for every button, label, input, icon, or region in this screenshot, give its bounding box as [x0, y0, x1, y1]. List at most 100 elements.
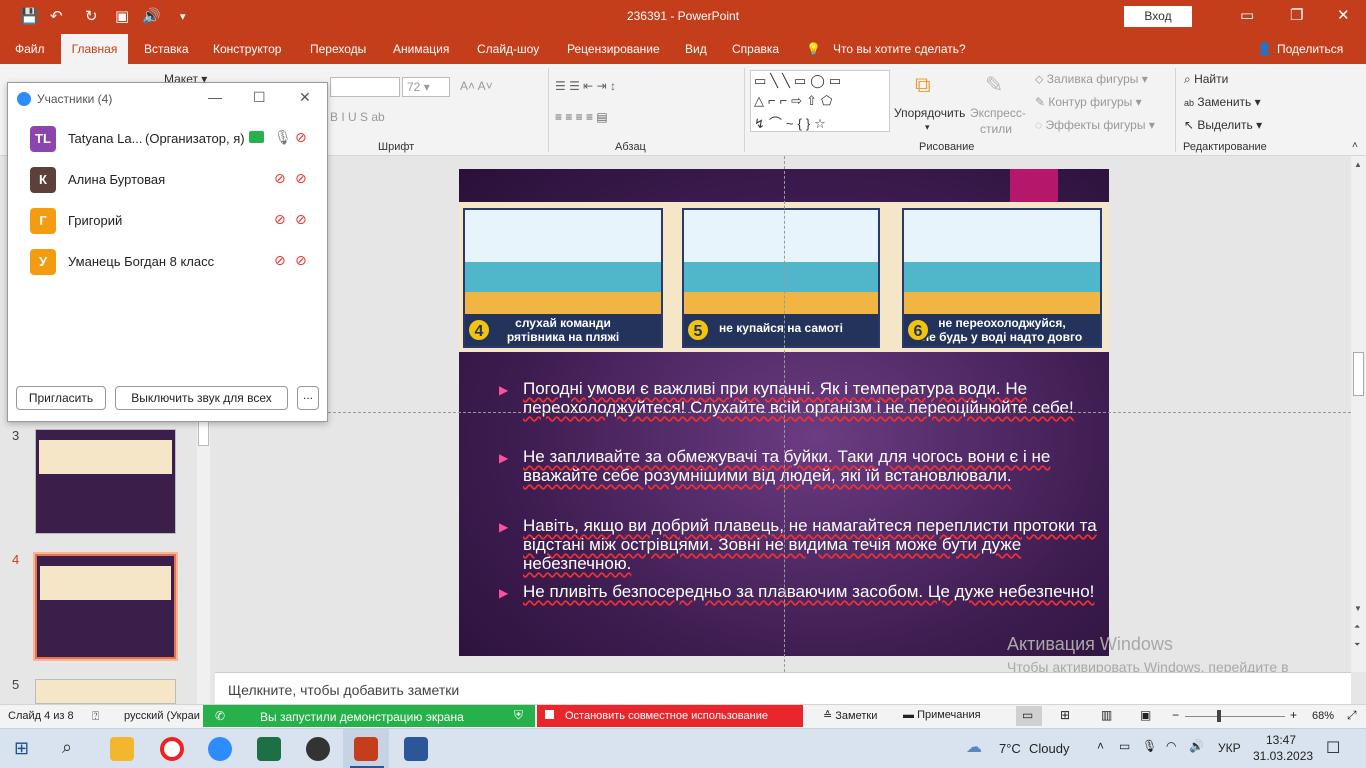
tab-transitions[interactable]: Переходы [310, 42, 366, 56]
font-size-input[interactable]: 72 ▾ [402, 77, 450, 97]
mute-all-button[interactable]: Выключить звук для всех [115, 386, 288, 410]
bullet-4[interactable]: ▶ Не пливіть безпосередньо за плаваючим … [499, 582, 1099, 624]
zoom-in-icon[interactable]: + [1290, 708, 1297, 722]
scroll-thumb[interactable] [198, 420, 209, 446]
video-off-icon[interactable]: ⊘ [295, 211, 307, 228]
zoom-slider-thumb[interactable] [1217, 710, 1221, 722]
tell-me-search[interactable]: Что вы хотите сделать? [833, 42, 966, 56]
opera-icon[interactable] [160, 737, 184, 761]
windows-start-icon[interactable]: ⊞ [14, 738, 29, 759]
picture-rule-4[interactable]: слухай команди рятівника на пляжі 4 [463, 208, 663, 348]
close-window-icon[interactable]: ✕ [1337, 6, 1350, 24]
search-icon[interactable]: ⌕ [62, 737, 72, 758]
zoom-app-icon[interactable] [208, 737, 232, 761]
horizontal-guide[interactable] [328, 412, 1351, 413]
close-icon[interactable]: ✕ [299, 89, 311, 106]
tab-insert[interactable]: Вставка [144, 42, 189, 56]
find-button[interactable]: ⌕ Найти [1184, 72, 1228, 87]
word-icon[interactable] [404, 737, 428, 761]
video-off-icon[interactable]: ⊘ [295, 252, 307, 269]
align-icons[interactable]: ≡ ≡ ≡ ≡ ▤ [555, 110, 608, 124]
notifications-icon[interactable]: ☐ [1326, 738, 1340, 758]
share-button[interactable]: Поделиться [1277, 42, 1343, 56]
zoom-out-icon[interactable]: − [1172, 708, 1179, 722]
notes-pane[interactable]: Щелкните, чтобы добавить заметки [215, 672, 1351, 704]
participant-row[interactable]: TL Tatyana La... (Организатор, я) 🎙 ⊘ [8, 121, 327, 157]
mic-icon[interactable]: 🎙 [1142, 739, 1157, 753]
tab-review[interactable]: Рецензирование [567, 42, 660, 56]
replace-button[interactable]: ab Заменить ▾ [1184, 95, 1261, 109]
bullet-1[interactable]: ▶ Погодні умови є важливі при купанні. Як… [499, 379, 1099, 439]
participant-row[interactable]: Г Григорий ⊘ ⊘ [8, 203, 327, 239]
shapes-row-1[interactable]: ▭╲╲▭◯▭ [754, 73, 845, 89]
microphone-icon[interactable]: 🎙 [274, 129, 292, 146]
network-icon[interactable]: ◠ [1166, 739, 1176, 753]
clock-time[interactable]: 13:47 [1266, 733, 1296, 747]
spellcheck-icon[interactable]: ⍰ [92, 709, 99, 724]
minimize-icon[interactable]: — [208, 89, 222, 105]
reading-view-icon[interactable]: ▥ [1101, 708, 1112, 722]
increase-font-icon[interactable]: A˄ A˅ [460, 79, 493, 93]
slide-scrollbar[interactable]: ▲ ▼ ⏶ ⏷ [1351, 156, 1366, 672]
slide-thumbnail-5[interactable] [35, 679, 176, 704]
picture-rule-5[interactable]: не купайся на самоті 5 [682, 208, 880, 348]
media-player-icon[interactable] [306, 737, 330, 761]
volume-icon[interactable]: 🔊 [1189, 739, 1204, 753]
shapes-row-2[interactable]: △⌐⌐⇨⇧⬠ [754, 93, 836, 109]
notes-toggle[interactable]: ≙ Заметки [823, 709, 877, 722]
powerpoint-icon[interactable] [354, 737, 378, 761]
express-styles-label-1[interactable]: Экспресс- [970, 106, 1026, 120]
slide-sorter-icon[interactable]: ⊞ [1060, 708, 1070, 722]
tab-home[interactable]: Главная [61, 34, 128, 64]
tab-design[interactable]: Конструктор [213, 42, 281, 56]
mic-muted-icon[interactable]: ⊘ [274, 170, 286, 187]
shape-effects-button[interactable]: ◌ Эффекты фигуры ▾ [1035, 118, 1155, 132]
tab-help[interactable]: Справка [732, 42, 779, 56]
excel-icon[interactable] [257, 737, 281, 761]
scroll-down-icon[interactable]: ▼ [1354, 604, 1362, 613]
next-slide-icon[interactable]: ⏷ [1354, 640, 1360, 650]
vertical-guide[interactable] [784, 156, 785, 672]
weather-desc[interactable]: Cloudy [1029, 741, 1069, 756]
shapes-gallery[interactable]: ▭╲╲▭◯▭ △⌐⌐⇨⇧⬠ ↯⌒~{}☆ [750, 70, 890, 132]
signin-button[interactable]: Вход [1124, 6, 1192, 27]
previous-slide-icon[interactable]: ⏶ [1354, 622, 1360, 632]
language-status[interactable]: русский (Украи [124, 710, 200, 722]
stop-share-button[interactable]: Остановить совместное использование [537, 705, 803, 727]
tray-chevron-up-icon[interactable]: ˄ [1097, 739, 1104, 753]
invite-button[interactable]: Пригласить [16, 386, 106, 410]
shape-fill-button[interactable]: ⬦ Заливка фигуры ▾ [1035, 72, 1148, 87]
mic-muted-icon[interactable]: ⊘ [274, 252, 286, 269]
participant-row[interactable]: У Уманець Богдан 8 класс ⊘ ⊘ [8, 244, 327, 280]
slide-thumbnail-3[interactable] [35, 429, 176, 534]
collapse-ribbon-icon[interactable]: ˄ [1352, 140, 1358, 151]
tab-file[interactable]: Файл [15, 42, 45, 56]
thumbnails-scrollbar[interactable] [197, 420, 210, 704]
scroll-up-icon[interactable]: ▲ [1354, 160, 1362, 169]
font-format-icons[interactable]: B I U S ab [330, 110, 385, 124]
fit-to-window-icon[interactable]: ⤢ [1347, 708, 1357, 723]
tab-view[interactable]: Вид [685, 42, 707, 56]
express-styles-label-2[interactable]: стили [980, 122, 1012, 136]
weather-temp[interactable]: 7°C [999, 741, 1021, 756]
tab-slideshow[interactable]: Слайд-шоу [477, 42, 539, 56]
clock-date[interactable]: 31.03.2023 [1253, 749, 1313, 763]
bullet-3[interactable]: ▶ Навіть, якщо ви добрий плавець, не нама… [499, 516, 1099, 576]
file-explorer-icon[interactable] [110, 737, 134, 761]
zoom-level[interactable]: 68% [1312, 710, 1334, 722]
picture-rule-6[interactable]: не переохолоджуйся, не будь у воді надто … [902, 208, 1102, 348]
slide-thumbnail-4-selected[interactable] [35, 554, 176, 659]
arrange-button[interactable]: Упорядочить [894, 106, 965, 120]
maximize-icon[interactable]: ☐ [253, 89, 266, 106]
slideshow-icon[interactable]: ▣ [1140, 708, 1151, 722]
shapes-row-3[interactable]: ↯⌒~{}☆ [754, 113, 830, 132]
tab-animations[interactable]: Анимация [393, 42, 449, 56]
shape-outline-button[interactable]: ✎ Контур фигуры ▾ [1035, 95, 1142, 109]
video-off-icon[interactable]: ⊘ [295, 129, 307, 146]
input-language[interactable]: УКР [1218, 741, 1241, 755]
bullet-2[interactable]: ▶ Не запливайте за обмежувачі та буйки. Т… [499, 447, 1099, 507]
zoom-slider[interactable] [1185, 716, 1285, 717]
list-icons[interactable]: ☰ ☰ ⇤ ⇥ ↕ [555, 79, 616, 93]
scroll-thumb[interactable] [1353, 352, 1364, 396]
ribbon-display-icon[interactable]: ▭ [1240, 6, 1254, 24]
